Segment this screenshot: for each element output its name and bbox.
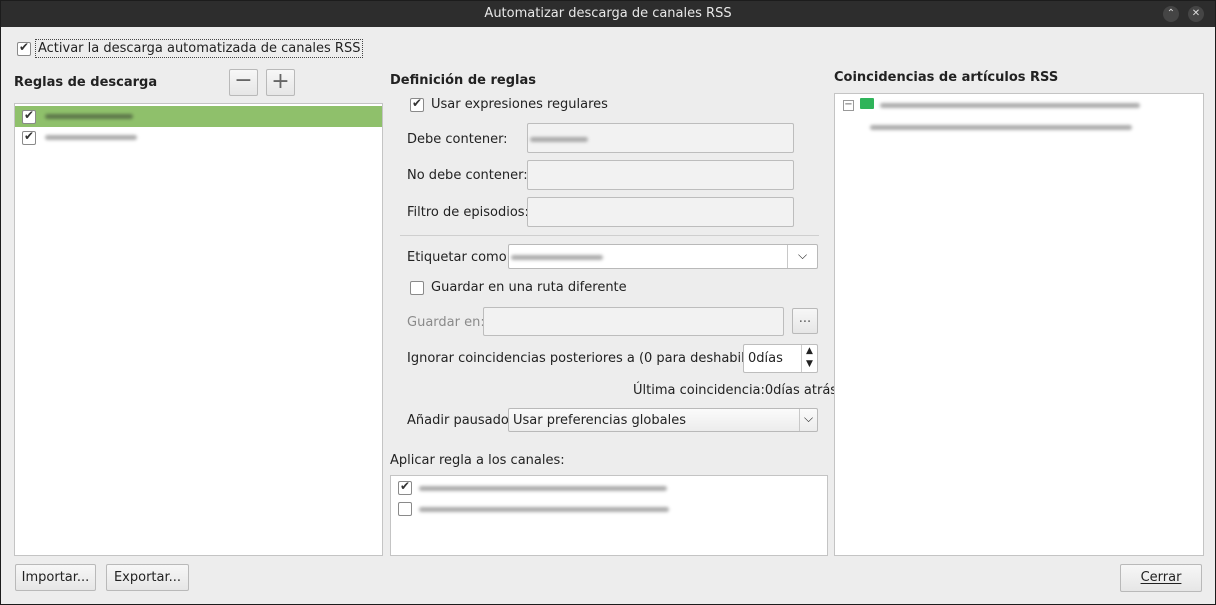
feed-name-redacted	[419, 486, 667, 491]
export-label: Exportar...	[113, 570, 182, 585]
divider	[400, 235, 819, 236]
remove-rule-button[interactable]: −	[229, 69, 258, 96]
save-different-checkbox[interactable]	[410, 281, 424, 295]
rule-item[interactable]: ✔	[15, 127, 382, 148]
ignore-days-spinbox[interactable]: 0días ▲ ▼	[743, 344, 818, 373]
use-regex-label: Usar expresiones regulares	[431, 97, 608, 112]
close-window-button[interactable]: ✕	[1188, 6, 1204, 22]
add-paused-value: Usar preferencias globales	[513, 413, 686, 428]
must-contain-value-redacted	[530, 137, 588, 142]
close-label: Cerrar	[1140, 570, 1182, 585]
check-icon: ✔	[23, 129, 35, 143]
import-label: Importar...	[21, 570, 90, 585]
rule-name-redacted	[45, 135, 137, 140]
definition-title: Definición de reglas	[390, 73, 536, 88]
chevron-down-icon: ⌵	[797, 248, 808, 262]
last-match-text: Última coincidencia:0días atrás.	[633, 383, 842, 398]
import-button[interactable]: Importar...	[15, 564, 96, 591]
check-icon: ✔	[18, 40, 30, 54]
add-paused-combo[interactable]: Usar preferencias globales ⌵	[508, 408, 818, 432]
feed-name-redacted	[419, 507, 669, 512]
spin-up-icon[interactable]: ▲	[802, 345, 817, 358]
must-not-contain-label: No debe contener:	[407, 168, 528, 183]
window-title: Automatizar descarga de canales RSS	[484, 6, 732, 21]
save-in-input[interactable]	[483, 307, 784, 336]
rule-name-redacted	[45, 114, 133, 119]
save-different-label: Guardar en una ruta diferente	[431, 280, 627, 295]
article-title-redacted	[870, 125, 1132, 130]
close-button[interactable]: Cerrar	[1120, 564, 1202, 592]
browse-button[interactable]: ...	[792, 308, 818, 334]
matches-tree[interactable]: −	[834, 93, 1204, 556]
rule-checkbox[interactable]: ✔	[22, 129, 36, 145]
rule-checkbox[interactable]: ✔	[22, 108, 36, 124]
feed-title-redacted	[880, 103, 1140, 108]
close-icon: ✕	[1191, 8, 1201, 19]
apply-feeds-label: Aplicar regla a los canales:	[390, 453, 565, 468]
add-rule-button[interactable]: +	[266, 69, 295, 96]
matches-title: Coincidencias de artículos RSS	[834, 70, 1059, 85]
tag-as-dropdown-arrow[interactable]: ⌵	[787, 245, 817, 268]
tag-as-label: Etiquetar como:	[407, 250, 512, 265]
check-icon: ✔	[411, 96, 423, 110]
must-not-contain-input[interactable]	[527, 160, 794, 190]
spinbox-arrows[interactable]: ▲ ▼	[801, 345, 817, 372]
folder-icon	[860, 98, 874, 109]
chevron-down-icon: ⌵	[803, 411, 814, 425]
add-paused-dropdown-arrow[interactable]: ⌵	[799, 409, 817, 431]
maximize-button[interactable]: ⌃	[1163, 6, 1179, 22]
ignore-days-value: 0días	[748, 351, 783, 366]
minus-icon: −	[844, 99, 853, 110]
rules-title: Reglas de descarga	[14, 75, 158, 90]
feeds-list[interactable]: ✔	[390, 475, 828, 556]
collapse-button[interactable]: −	[843, 100, 854, 111]
rss-downloader-window: Automatizar descarga de canales RSS ⌃ ✕ …	[0, 0, 1216, 605]
ignore-matches-label: Ignorar coincidencias posteriores a (0 p…	[407, 351, 772, 366]
tag-value-redacted	[511, 255, 603, 260]
save-in-label: Guardar en:	[407, 315, 485, 330]
title-bar: Automatizar descarga de canales RSS ⌃ ✕	[1, 1, 1215, 27]
enable-label[interactable]: Activar la descarga automatizada de cana…	[35, 39, 364, 58]
browse-label: ...	[798, 311, 812, 326]
must-contain-label: Debe contener:	[407, 132, 508, 147]
episode-filter-label: Filtro de episodios:	[407, 205, 529, 220]
use-regex-checkbox[interactable]: ✔	[410, 96, 424, 112]
chevron-up-icon: ⌃	[1166, 8, 1176, 19]
tag-as-combo[interactable]: ⌵	[508, 244, 818, 269]
episode-filter-input[interactable]	[527, 197, 794, 227]
enable-checkbox[interactable]: ✔	[17, 40, 31, 56]
feed-checkbox[interactable]: ✔	[398, 479, 412, 495]
export-button[interactable]: Exportar...	[106, 564, 189, 591]
spin-down-icon[interactable]: ▼	[802, 358, 817, 371]
plus-icon: +	[271, 69, 290, 94]
feed-checkbox[interactable]	[398, 502, 412, 516]
check-icon: ✔	[399, 479, 411, 493]
add-paused-label: Añadir pausado:	[407, 413, 514, 428]
must-contain-input[interactable]	[527, 123, 794, 153]
rules-list[interactable]: ✔ ✔	[14, 103, 383, 556]
check-icon: ✔	[23, 108, 35, 122]
rule-item[interactable]: ✔	[15, 106, 382, 127]
minus-icon: −	[234, 68, 253, 93]
